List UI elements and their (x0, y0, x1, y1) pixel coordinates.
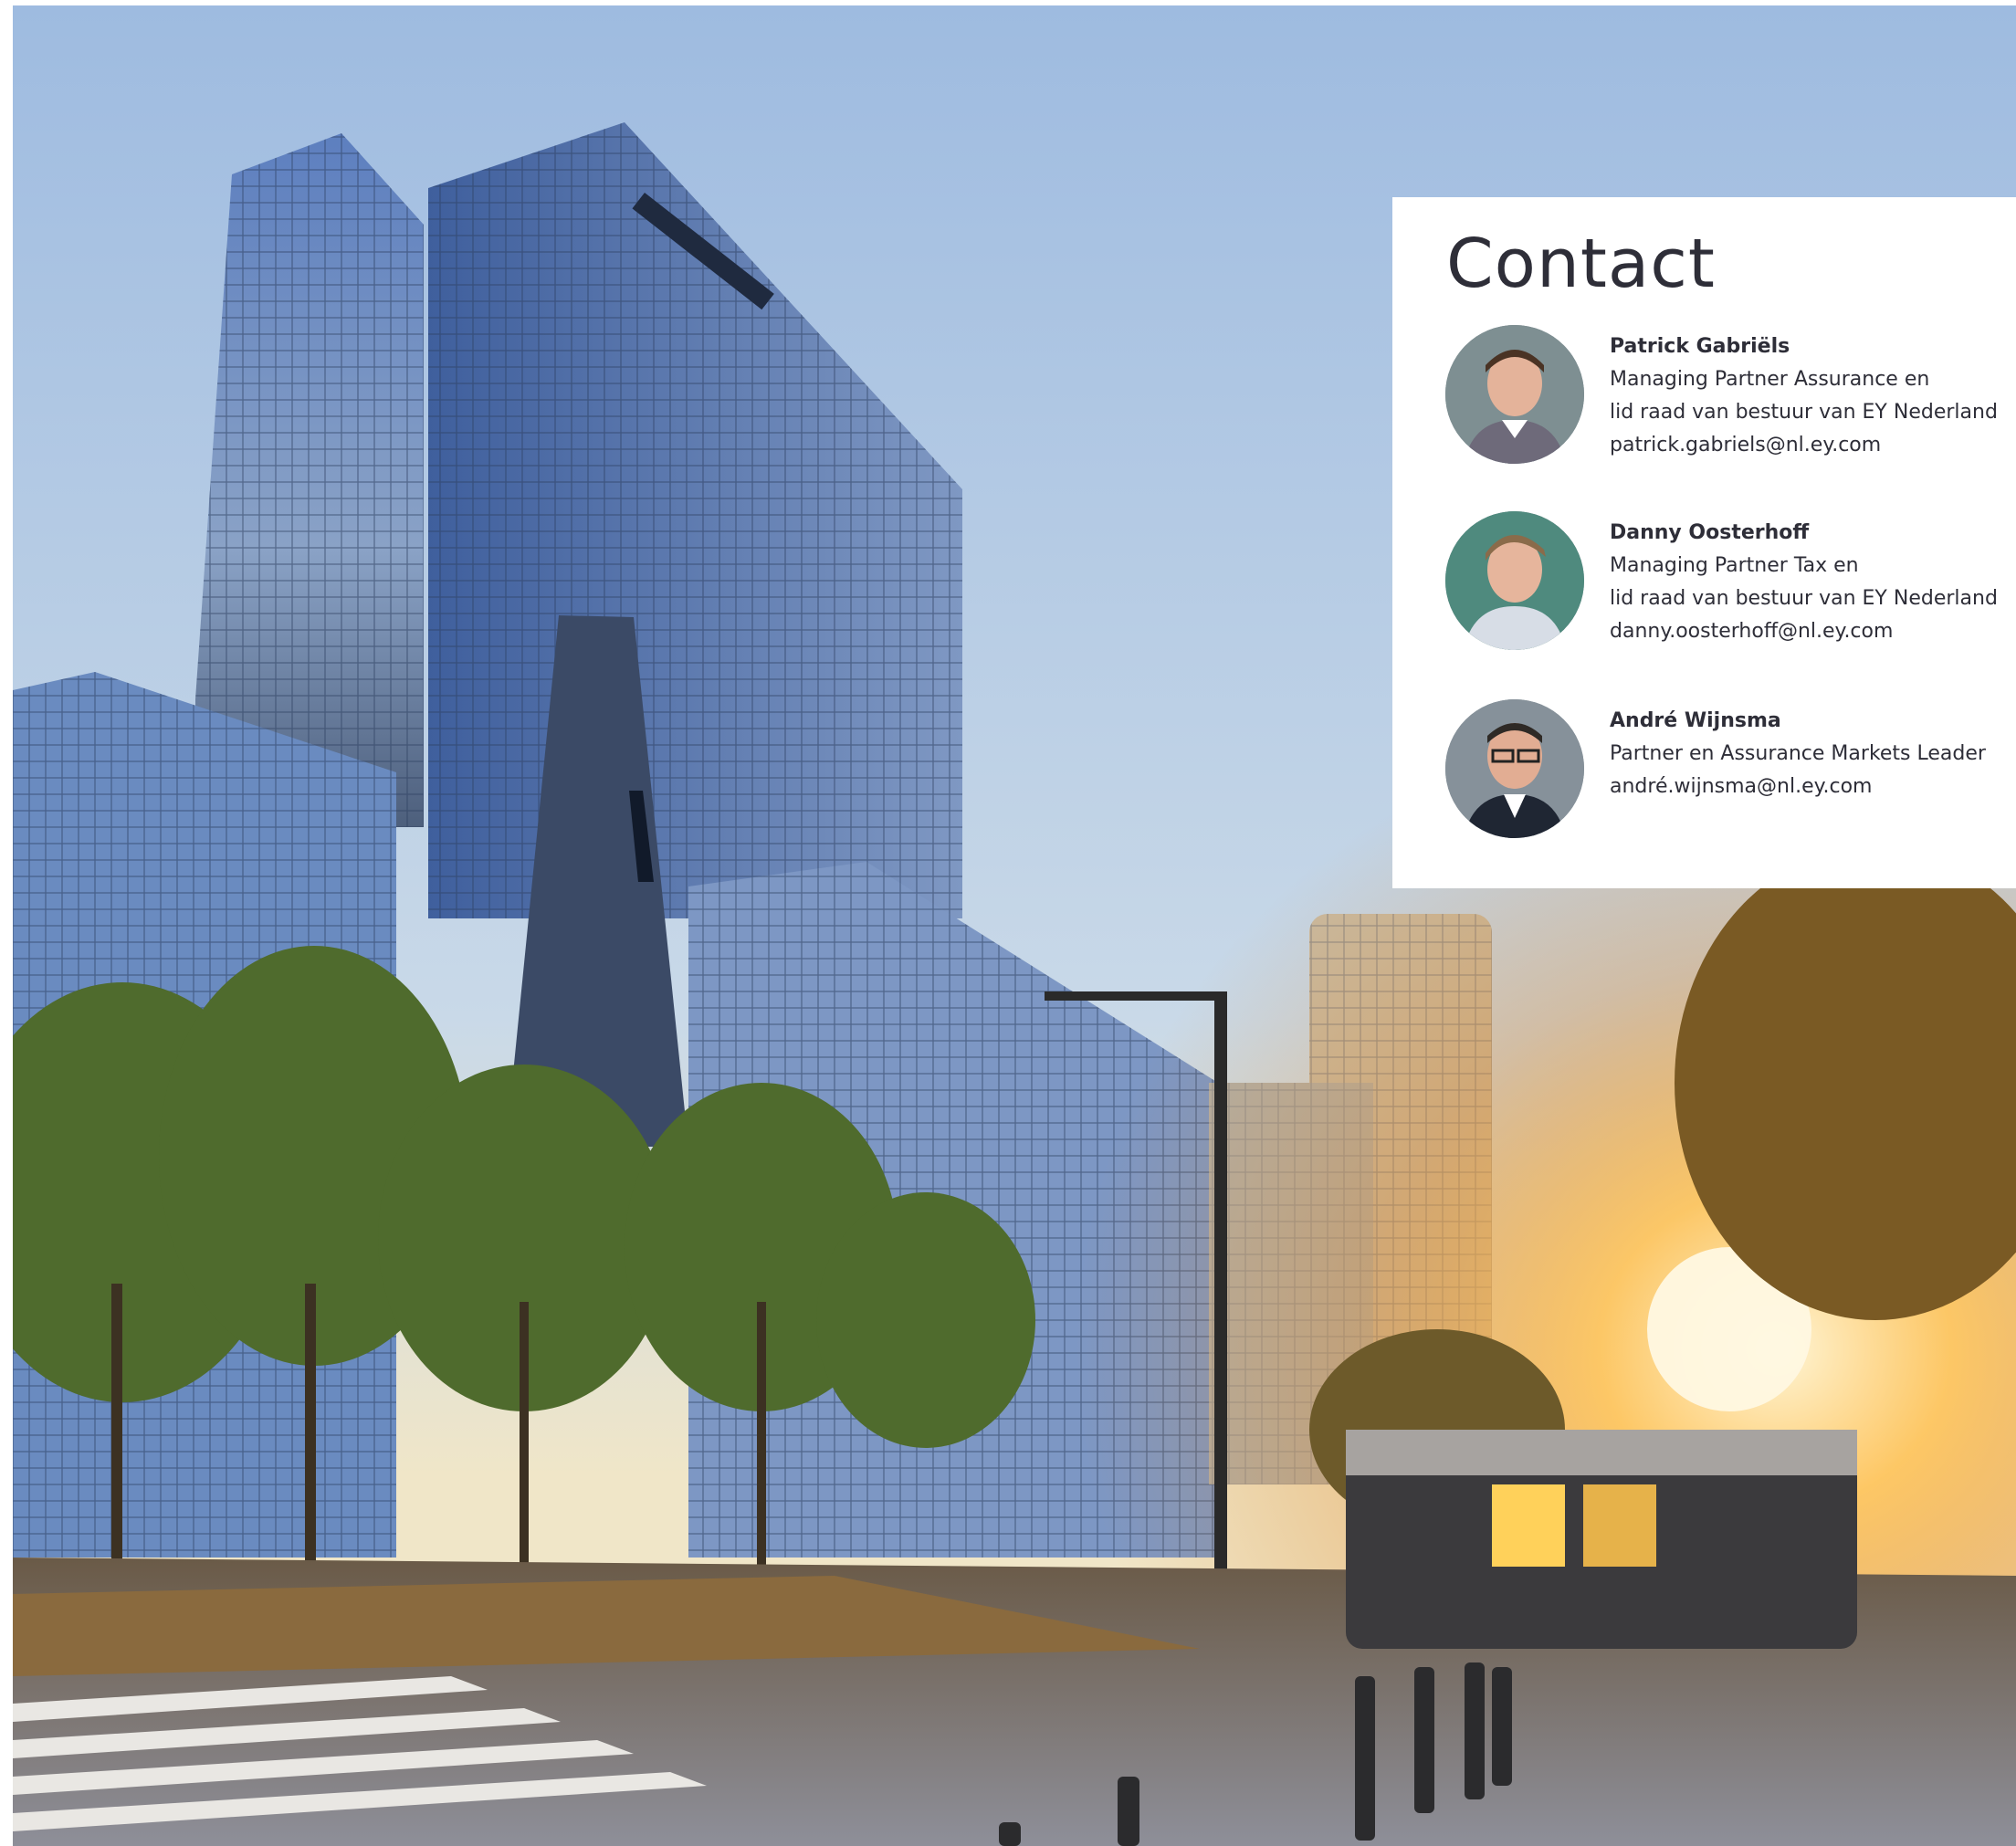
contact-name: Danny Oosterhoff (1610, 521, 1810, 544)
contact-role: Partner en Assurance Markets Leader (1610, 742, 1986, 765)
contact-role: Managing Partner Assurance en (1610, 368, 1930, 391)
contact-name: Patrick Gabriëls (1610, 335, 1790, 358)
contact-email-link[interactable]: andré.wijnsma@nl.ey.com (1610, 771, 2016, 803)
contact-info: Danny Oosterhoff Managing Partner Tax en… (1610, 517, 2016, 648)
contact-info: André Wijnsma Partner en Assurance Marke… (1610, 705, 2016, 803)
contact-title: Contact (1446, 225, 1716, 303)
avatar (1445, 699, 1584, 838)
contact-card: Contact Patrick Gabriëls Managing Partne… (1392, 197, 2016, 888)
contact-role: lid raad van bestuur van EY Nederland (1610, 401, 1998, 424)
avatar (1445, 511, 1584, 650)
contact-role: lid raad van bestuur van EY Nederland (1610, 587, 1998, 610)
avatar (1445, 325, 1584, 464)
person-portrait-icon (1445, 325, 1584, 464)
contact-role: Managing Partner Tax en (1610, 554, 1859, 577)
contact-name: André Wijnsma (1610, 709, 1781, 732)
contact-email-link[interactable]: danny.oosterhoff@nl.ey.com (1610, 615, 2016, 648)
person-portrait-icon (1445, 699, 1584, 838)
contact-info: Patrick Gabriëls Managing Partner Assura… (1610, 330, 2016, 462)
person-portrait-icon (1445, 511, 1584, 650)
contact-email-link[interactable]: patrick.gabriels@nl.ey.com (1610, 429, 2016, 462)
